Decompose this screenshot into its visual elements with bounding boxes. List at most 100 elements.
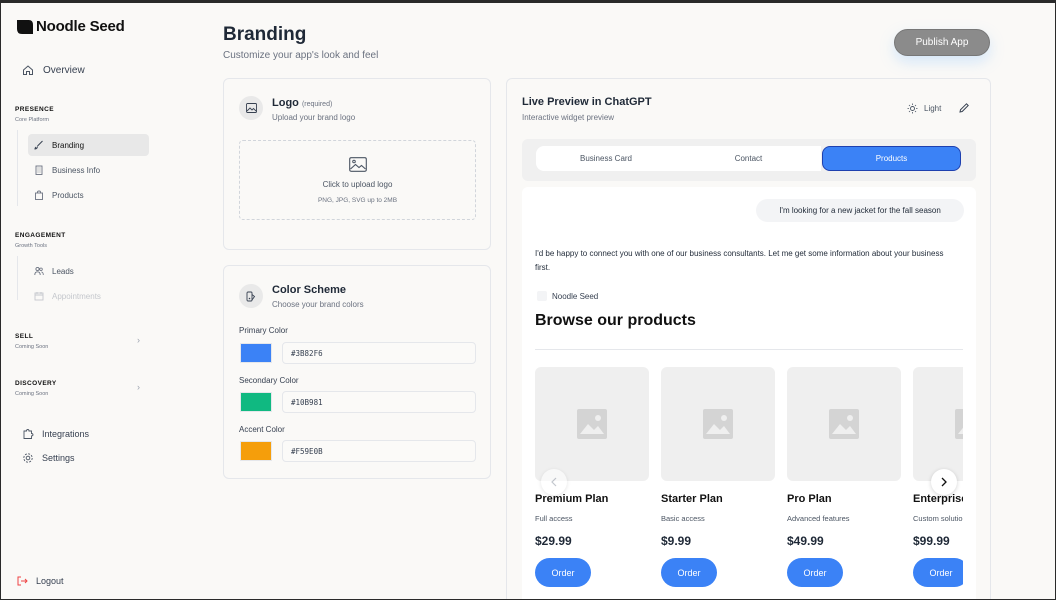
required-tag: (required) <box>301 101 333 108</box>
live-preview-card: Live Preview in ChatGPT Interactive widg… <box>506 78 991 600</box>
theme-toggle[interactable]: Light <box>907 103 941 114</box>
order-button[interactable]: Order <box>661 558 717 587</box>
sidebar-item-label: Overview <box>43 64 85 76</box>
sidebar-item-branding[interactable]: Branding <box>28 134 149 156</box>
product-card[interactable]: Starter Plan Basic access $9.99 Order <box>661 367 775 587</box>
section-title-sell[interactable]: SELL <box>15 333 33 340</box>
logout-label: Logout <box>36 576 64 586</box>
sidebar-item-integrations[interactable]: Integrations <box>22 428 89 440</box>
sidebar-item-label: Branding <box>52 140 85 150</box>
pencil-icon[interactable] <box>958 102 970 114</box>
accent-color-label: Accent Color <box>239 425 285 434</box>
sidebar-item-label: Integrations <box>42 429 90 439</box>
product-name: Pro Plan <box>787 493 832 505</box>
home-icon <box>23 65 33 75</box>
brand-logo-placeholder <box>537 291 547 301</box>
section-subtitle-engagement: Growth Tools <box>15 243 47 249</box>
sidebar-item-label: Leads <box>52 266 74 276</box>
brush-icon <box>34 140 44 150</box>
logout-icon <box>17 576 28 586</box>
color-scheme-card: Color Scheme Choose your brand colors Pr… <box>223 265 491 479</box>
product-name: Enterprise <box>913 493 963 505</box>
product-card[interactable]: Pro Plan Advanced features $49.99 Order <box>787 367 901 587</box>
gear-icon <box>23 453 33 463</box>
preview-title: Live Preview in ChatGPT <box>522 96 652 108</box>
order-button[interactable]: Order <box>787 558 843 587</box>
image-placeholder-icon <box>703 409 733 439</box>
product-price: $9.99 <box>661 534 692 548</box>
tab-products[interactable]: Products <box>822 146 961 171</box>
publish-app-button[interactable]: Publish App <box>894 29 990 56</box>
section-title-discovery[interactable]: DISCOVERY <box>15 380 57 387</box>
sidebar-item-products[interactable]: Products <box>28 184 149 206</box>
app-logo[interactable]: Noodle Seed <box>16 18 125 35</box>
product-image <box>535 367 649 481</box>
preview-subtitle: Interactive widget preview <box>522 113 615 122</box>
divider <box>535 349 963 350</box>
order-button[interactable]: Order <box>913 558 963 587</box>
accent-color-input[interactable]: #F59E0B <box>282 440 476 462</box>
product-image <box>661 367 775 481</box>
sidebar: Noodle Seed Overview PRESENCE Core Platf… <box>0 0 160 600</box>
product-price: $49.99 <box>787 534 824 548</box>
sidebar-item-appointments: Appointments <box>28 285 149 307</box>
browse-title: Browse our products <box>535 312 696 329</box>
page-subtitle: Customize your app's look and feel <box>223 50 379 61</box>
preview-tabs: Business Card Contact Products <box>522 139 976 181</box>
order-button[interactable]: Order <box>535 558 591 587</box>
logout-button[interactable]: Logout <box>16 575 64 587</box>
app-name: Noodle Seed <box>36 18 125 35</box>
product-description: Custom solutions <box>913 514 963 523</box>
sidebar-item-settings[interactable]: Settings <box>22 452 75 464</box>
logo-card: Logo (required) Upload your brand logo C… <box>223 78 491 250</box>
logo-upload-dropzone[interactable]: Click to upload logo PNG, JPG, SVG up to… <box>239 140 476 220</box>
carousel-prev-button[interactable] <box>541 469 567 495</box>
image-icon <box>239 96 263 120</box>
user-message: I'm looking for a new jacket for the fal… <box>756 199 964 222</box>
chevron-right-icon <box>941 477 947 487</box>
secondary-color-label: Secondary Color <box>239 376 299 385</box>
primary-color-swatch[interactable] <box>240 343 272 363</box>
product-description: Basic access <box>661 514 705 523</box>
sidebar-item-label: Products <box>52 190 84 200</box>
palette-icon <box>239 284 263 308</box>
sidebar-item-label: Settings <box>42 453 75 463</box>
section-subtitle-presence: Core Platform <box>15 117 49 123</box>
secondary-color-input[interactable]: #10B981 <box>282 391 476 413</box>
section-subtitle-sell: Coming Soon <box>15 344 49 350</box>
theme-label: Light <box>924 104 942 113</box>
bag-icon <box>34 190 44 200</box>
sidebar-item-label: Business Info <box>52 165 101 175</box>
section-title-presence: PRESENCE <box>15 106 54 113</box>
building-icon <box>34 165 44 175</box>
sidebar-item-overview[interactable]: Overview <box>22 64 85 76</box>
sidebar-item-business-info[interactable]: Business Info <box>28 159 149 181</box>
primary-color-input[interactable]: #3B82F6 <box>282 342 476 364</box>
chevron-right-icon[interactable]: › <box>137 382 140 392</box>
tab-business-card[interactable]: Business Card <box>536 146 676 171</box>
logo-card-subtitle: Upload your brand logo <box>272 113 356 122</box>
logo-card-title: Logo (required) <box>272 97 332 109</box>
sidebar-item-leads[interactable]: Leads <box>28 260 149 282</box>
assistant-message: I'd be happy to connect you with one of … <box>535 249 944 272</box>
image-placeholder-icon <box>829 409 859 439</box>
tree-line <box>17 256 18 300</box>
product-description: Full access <box>535 514 573 523</box>
puzzle-icon <box>23 429 34 439</box>
chevron-left-icon <box>551 477 557 487</box>
upload-label: Click to upload logo <box>322 179 393 189</box>
chat-preview: I'm looking for a new jacket for the fal… <box>522 187 976 600</box>
carousel-next-button[interactable] <box>931 469 957 495</box>
secondary-color-swatch[interactable] <box>240 392 272 412</box>
logo-card-title-text: Logo <box>272 97 299 109</box>
primary-color-label: Primary Color <box>239 326 288 335</box>
widget-brand: Noodle Seed <box>537 291 598 301</box>
tab-contact[interactable]: Contact <box>676 146 821 171</box>
section-subtitle-discovery: Coming Soon <box>15 391 49 397</box>
product-name: Starter Plan <box>661 493 723 505</box>
image-placeholder-icon <box>577 409 607 439</box>
chevron-right-icon[interactable]: › <box>137 335 140 345</box>
color-card-subtitle: Choose your brand colors <box>272 300 364 309</box>
product-carousel: Premium Plan Full access $29.99 Order St… <box>535 367 963 600</box>
accent-color-swatch[interactable] <box>240 441 272 461</box>
